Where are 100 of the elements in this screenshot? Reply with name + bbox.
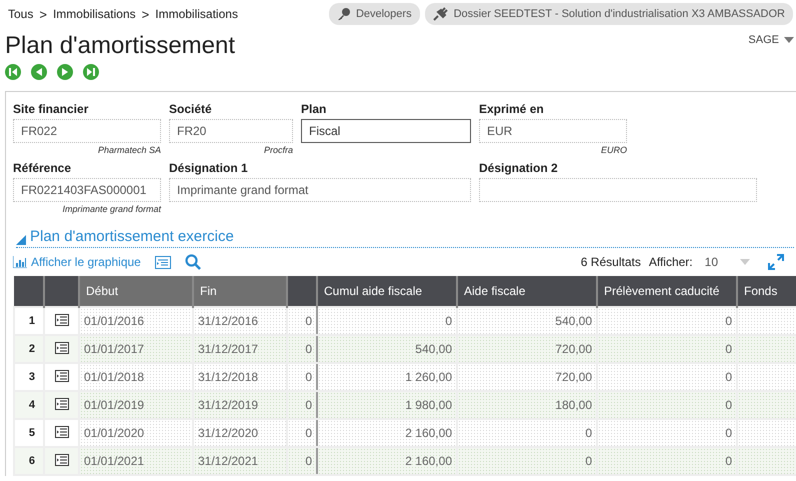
input-field[interactable]: FR022 xyxy=(13,119,161,143)
user-menu[interactable]: SAGE xyxy=(748,32,796,46)
table-cell: 0 xyxy=(597,363,737,391)
table-cell: 31/12/2017 xyxy=(193,335,287,363)
table-cell: 0 xyxy=(597,335,737,363)
column-header: Aide fiscale xyxy=(457,276,597,307)
key-icon xyxy=(336,7,351,21)
table-cell: 0 xyxy=(317,307,457,335)
table-cell: 01/01/2021 xyxy=(79,447,193,475)
table-cell: 1 980,00 xyxy=(317,391,457,419)
table-cell: 0 xyxy=(287,363,317,391)
collapse-icon[interactable] xyxy=(16,235,26,245)
first-record-icon[interactable] xyxy=(5,64,21,80)
table-cell: 0 xyxy=(597,447,737,475)
table-cell: 01/01/2019 xyxy=(79,391,193,419)
field-caption: Procfra xyxy=(262,144,293,157)
column-header xyxy=(44,276,79,307)
field-label: Référence xyxy=(13,161,72,177)
table-cell: 540,00 xyxy=(317,335,457,363)
field-label: Site financier xyxy=(13,102,90,118)
page-size-label: Afficher: xyxy=(648,255,693,269)
caret-icon xyxy=(784,37,794,43)
input-field[interactable]: FR20 xyxy=(169,119,293,143)
results-count: 6 Résultats xyxy=(580,255,641,269)
table-cell: 01/01/2018 xyxy=(79,363,193,391)
row-number: 6 xyxy=(14,447,44,475)
column-header: Début xyxy=(79,276,193,307)
header-button[interactable]: Dossier SEEDTEST - Solution d'industrialisation X3 AMBASSADOR xyxy=(424,3,793,25)
field-label: Désignation 2 xyxy=(479,161,559,177)
table-cell: 01/01/2016 xyxy=(79,307,193,335)
table-cell: 01/01/2020 xyxy=(79,419,193,447)
input-field[interactable]: Imprimante grand format xyxy=(169,178,471,202)
table-cell: 1 260,00 xyxy=(317,363,457,391)
field-label: Plan xyxy=(301,102,328,118)
row-detail-icon[interactable] xyxy=(54,426,68,438)
row-number: 1 xyxy=(14,307,44,335)
table-cell: 31/12/2021 xyxy=(193,447,287,475)
fullscreen-icon[interactable] xyxy=(768,254,784,270)
table-cell: 0 xyxy=(457,419,597,447)
table-cell: 0 xyxy=(457,447,597,475)
table-cell: 0 xyxy=(287,391,317,419)
list-icon[interactable] xyxy=(154,256,171,268)
table-cell: 0 xyxy=(597,391,737,419)
table-cell: 0 xyxy=(597,419,737,447)
table-cell: 2 160,00 xyxy=(317,447,457,475)
prev-record-icon[interactable] xyxy=(31,64,47,80)
row-detail-icon[interactable] xyxy=(54,342,68,354)
row-number: 2 xyxy=(14,335,44,363)
table-cell: 0 xyxy=(287,419,317,447)
column-header xyxy=(14,276,44,307)
table-cell: 2 160,00 xyxy=(317,419,457,447)
next-record-icon[interactable] xyxy=(57,64,73,80)
chart-link[interactable]: Afficher le graphique xyxy=(13,255,141,269)
search-icon[interactable] xyxy=(184,254,201,270)
input-field[interactable]: Fiscal xyxy=(301,119,471,143)
table-cell: 720,00 xyxy=(457,363,597,391)
caret-icon xyxy=(740,259,750,265)
table-cell: 180,00 xyxy=(457,391,597,419)
table-cell: 0 xyxy=(287,335,317,363)
breadcrumb-link[interactable]: Immobilisations xyxy=(52,7,136,21)
table-cell: 31/12/2018 xyxy=(193,363,287,391)
column-header: Fin xyxy=(193,276,287,307)
table-cell: 31/12/2016 xyxy=(193,307,287,335)
field-label: Exprimé en xyxy=(479,102,545,118)
row-detail-icon[interactable] xyxy=(54,314,68,326)
column-header: Prélèvement caducité xyxy=(597,276,737,307)
row-number: 4 xyxy=(14,391,44,419)
field-caption: Pharmatech SA xyxy=(96,144,161,157)
last-record-icon[interactable] xyxy=(83,64,99,80)
column-header xyxy=(287,276,317,307)
table-cell: 01/01/2017 xyxy=(79,335,193,363)
column-header: Cumul aide fiscale xyxy=(317,276,457,307)
breadcrumb-separator: > xyxy=(142,6,150,22)
page-size-select[interactable]: 10 xyxy=(700,255,754,269)
page-title: Plan d'amortissement xyxy=(5,32,236,60)
section-title: Plan d'amortissement exercice xyxy=(30,228,234,245)
table-cell: 31/12/2019 xyxy=(193,391,287,419)
row-detail-icon[interactable] xyxy=(54,454,68,466)
field-caption: Imprimante grand format xyxy=(61,203,161,216)
plug-icon xyxy=(432,7,449,21)
field-caption: EURO xyxy=(600,144,627,157)
row-detail-icon[interactable] xyxy=(54,398,68,410)
input-field[interactable]: FR0221403FAS000001 xyxy=(13,178,161,202)
field-label: Désignation 1 xyxy=(169,161,249,177)
bar-chart-icon xyxy=(13,256,27,268)
table-cell: 31/12/2020 xyxy=(193,419,287,447)
table-cell: 0 xyxy=(597,307,737,335)
input-field[interactable] xyxy=(479,178,757,202)
header-button[interactable]: Developers xyxy=(328,3,420,25)
table-cell: 720,00 xyxy=(457,335,597,363)
input-field[interactable]: EUR xyxy=(479,119,627,143)
breadcrumb-separator: > xyxy=(39,6,47,22)
table-cell: 0 xyxy=(287,307,317,335)
breadcrumb-link[interactable]: Tous xyxy=(8,7,34,21)
row-detail-icon[interactable] xyxy=(54,370,68,382)
column-header: Fonds xyxy=(737,276,796,307)
field-label: Société xyxy=(169,102,213,118)
table-cell: 540,00 xyxy=(457,307,597,335)
table-cell: 0 xyxy=(287,447,317,475)
breadcrumb-link[interactable]: Immobilisations xyxy=(155,7,238,21)
